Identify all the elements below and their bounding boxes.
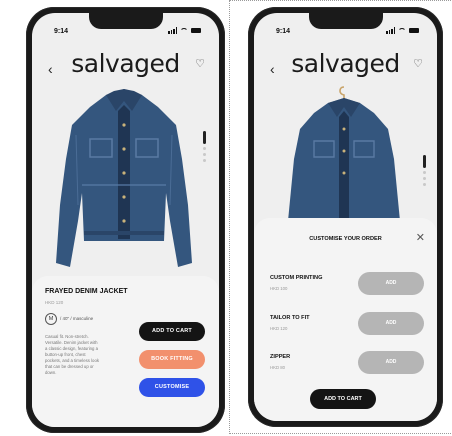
jacket-image (288, 86, 400, 221)
phone-customise: 9:14 ‹ salvaged ♡ CUSTOMISE YOUR ORDER ✕ (248, 7, 443, 427)
option-price: HKD 100 (270, 286, 288, 291)
pager-dot[interactable] (423, 171, 426, 174)
customise-button[interactable]: CUSTOMISE (139, 378, 205, 397)
jacket-image (56, 89, 192, 267)
customise-sheet: CUSTOMISE YOUR ORDER ✕ CUSTOM PRINTING H… (254, 218, 437, 421)
product-description: Casual fit. Non-stretch. Versatile. Deni… (45, 334, 99, 375)
battery-icon (191, 28, 201, 33)
product-name: FRAYED DENIM JACKET (45, 288, 128, 295)
add-tailor-to-fit-button[interactable]: ADD (358, 312, 424, 335)
pager-dot[interactable] (423, 177, 426, 180)
notch (88, 13, 163, 29)
close-icon[interactable]: ✕ (416, 231, 425, 244)
signal-icon (386, 27, 395, 34)
wifi-icon (180, 27, 188, 34)
status-time: 9:14 (276, 28, 291, 35)
battery-icon (409, 28, 419, 33)
option-name: CUSTOM PRINTING (270, 275, 323, 281)
wifi-icon (398, 27, 406, 34)
image-pager[interactable] (203, 131, 206, 162)
heart-icon[interactable]: ♡ (413, 57, 423, 70)
customise-screen: 9:14 ‹ salvaged ♡ CUSTOMISE YOUR ORDER ✕ (254, 13, 437, 421)
add-zipper-button[interactable]: ADD (358, 351, 424, 374)
pager-dot[interactable] (423, 183, 426, 186)
status-icons (168, 27, 201, 34)
heart-icon[interactable]: ♡ (195, 57, 205, 70)
pager-dot[interactable] (203, 153, 206, 156)
option-price: HKD 120 (270, 326, 288, 331)
option-name: ZIPPER (270, 354, 291, 360)
add-to-cart-button[interactable]: ADD TO CART (139, 322, 205, 341)
fit-note: / 40" / masculine (60, 316, 94, 321)
signal-icon (168, 27, 177, 34)
book-fitting-button[interactable]: BOOK FITTING (139, 350, 205, 369)
image-pager[interactable] (423, 155, 426, 186)
brand-logo: salvaged (71, 49, 180, 78)
pager-active (203, 131, 206, 144)
product-price: HKD 120 (45, 300, 64, 305)
pager-dot[interactable] (203, 159, 206, 162)
phone-product-detail: 9:14 ‹ salvaged ♡ FRAYED DENIM JACKET HK… (26, 7, 225, 433)
sheet-title: CUSTOMISE YOUR ORDER (309, 236, 382, 242)
pager-active (423, 155, 426, 168)
status-time: 9:14 (54, 28, 69, 35)
status-icons (386, 27, 419, 34)
brand-logo: salvaged (291, 49, 400, 78)
size-badge[interactable]: M (45, 313, 57, 325)
product-screen: 9:14 ‹ salvaged ♡ FRAYED DENIM JACKET HK… (32, 13, 219, 427)
add-custom-printing-button[interactable]: ADD (358, 272, 424, 295)
option-price: HKD 80 (270, 365, 286, 370)
add-to-cart-button[interactable]: ADD TO CART (310, 389, 376, 409)
notch (308, 13, 383, 29)
product-info-panel: FRAYED DENIM JACKET HKD 120 M / 40" / ma… (32, 276, 219, 427)
pager-dot[interactable] (203, 147, 206, 150)
option-name: TAILOR TO FIT (270, 315, 310, 321)
